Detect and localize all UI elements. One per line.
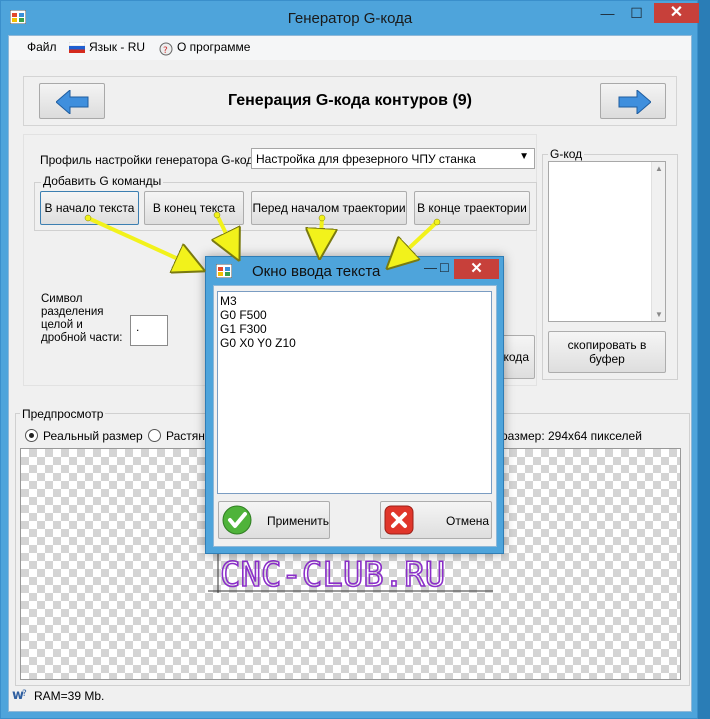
arrow-end-text — [217, 214, 236, 254]
arrow-tail-3 — [318, 214, 326, 222]
arrow-start-text — [87, 216, 198, 268]
arrow-before-path — [320, 217, 322, 252]
arrow-after-path — [392, 220, 439, 264]
arrow-tail-2 — [213, 211, 221, 219]
annotation-arrows — [84, 211, 441, 719]
arrow-tail-1 — [84, 214, 92, 222]
arrow-tail-4 — [433, 218, 441, 226]
